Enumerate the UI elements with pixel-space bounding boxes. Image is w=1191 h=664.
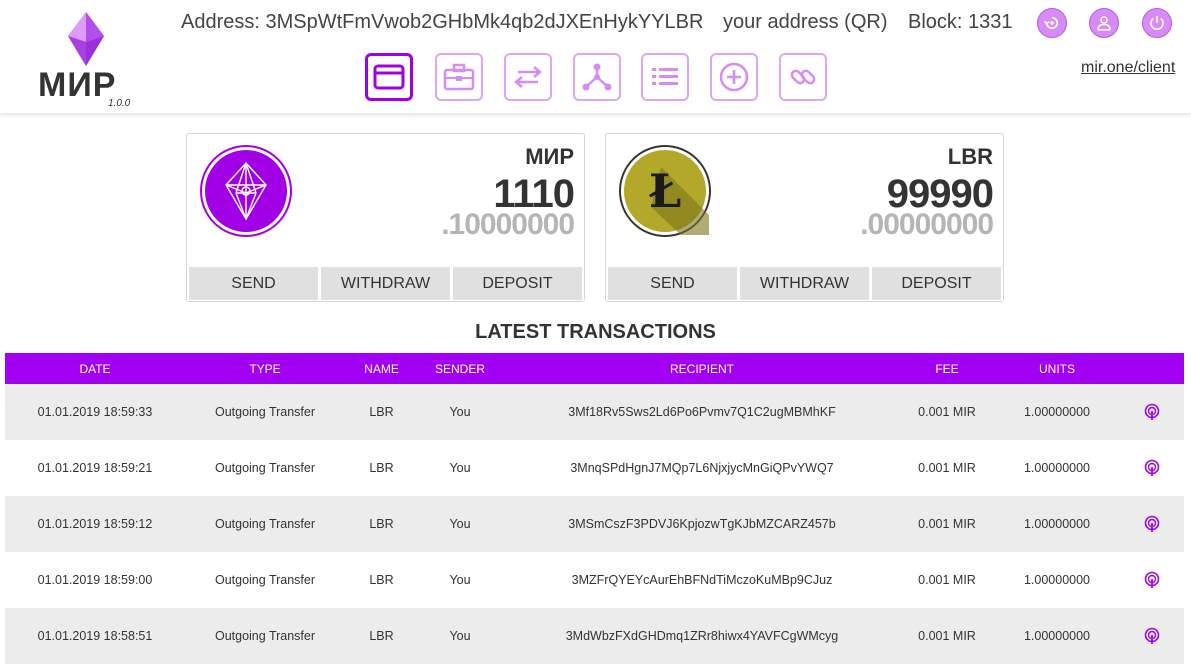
exchange-icon <box>514 66 542 88</box>
recipient-cell: 3MdWbzFXdGHDmq1ZRr8hiwx4YAVFCgWMcyg <box>565 629 839 643</box>
transaction-details-icon[interactable] <box>1122 496 1182 552</box>
logo-text: МИР <box>38 66 117 104</box>
link-icon <box>790 69 816 85</box>
nav-link-button[interactable] <box>779 53 827 101</box>
sender-cell: You <box>449 629 471 643</box>
mir-coin-icon <box>202 147 290 235</box>
recipient-cell: 3Mf18Rv5Sws2Ld6Po6Pvmv7Q1C2ugMBMhKF <box>568 405 836 419</box>
wallet-icon <box>373 64 405 90</box>
units-cell: 1.00000000 <box>1023 629 1091 643</box>
table-row[interactable]: 01.01.2019 18:58:51 Outgoing Transfer LBR Y… <box>5 608 1184 664</box>
sender-cell: You <box>449 405 471 419</box>
briefcase-icon <box>443 63 475 91</box>
name-cell: LBR <box>369 405 394 419</box>
column-header-date: DATE <box>79 361 111 376</box>
transaction-details-icon[interactable] <box>1122 384 1182 440</box>
block-height: Block: 1331 <box>908 11 1013 33</box>
send-button[interactable]: SEND <box>608 267 737 300</box>
power-icon[interactable] <box>1142 8 1172 38</box>
transaction-details-icon[interactable] <box>1122 440 1182 496</box>
column-header-fee: FEE <box>935 361 959 376</box>
type-cell: Outgoing Transfer <box>214 629 316 643</box>
client-link[interactable]: mir.one/client <box>1081 59 1175 77</box>
nav-portfolio-button[interactable] <box>435 53 483 101</box>
name-cell: LBR <box>369 629 394 643</box>
app-version: 1.0.0 <box>108 98 131 109</box>
date-cell: 01.01.2019 18:59:33 <box>37 405 153 419</box>
balance-fraction: .10000000 <box>441 208 575 241</box>
wallet-card-mir: МИР 1110 .10000000 SEND WITHDRAW DEPOSIT <box>186 133 585 302</box>
nav-add-button[interactable] <box>710 53 758 101</box>
transaction-details-icon[interactable] <box>1122 608 1182 664</box>
nav-list-button[interactable] <box>641 53 689 101</box>
name-cell: LBR <box>369 461 394 475</box>
column-header-sender: SENDER <box>434 361 485 376</box>
table-header: DATE TYPE NAME SENDER RECIPIENT FEE UNIT… <box>5 353 1184 384</box>
currency-name: МИР <box>525 144 574 169</box>
units-cell: 1.00000000 <box>1023 573 1091 587</box>
address-qr-link[interactable]: your address (QR) <box>723 11 888 34</box>
wallet-address: Address: 3MSpWtFmVwob2GHbMk4qb2dJXEnHykY… <box>181 11 704 33</box>
sender-cell: You <box>449 517 471 531</box>
deposit-button[interactable]: DEPOSIT <box>872 267 1001 300</box>
latest-transactions-title: LATEST TRANSACTIONS <box>475 321 716 343</box>
units-cell: 1.00000000 <box>1023 461 1091 475</box>
table-row[interactable]: 01.01.2019 18:59:21 Outgoing Transfer LBR Y… <box>5 440 1184 496</box>
date-cell: 01.01.2019 18:58:51 <box>37 629 153 643</box>
table-row[interactable]: 01.01.2019 18:59:33 Outgoing Transfer LBR Y… <box>5 384 1184 440</box>
date-cell: 01.01.2019 18:59:00 <box>37 573 153 587</box>
column-header-units: UNITS <box>1039 361 1075 376</box>
currency-name: LBR <box>947 144 993 169</box>
svg-text:Ł: Ł <box>649 164 682 218</box>
fee-cell: 0.001 MIR <box>918 629 976 643</box>
date-cell: 01.01.2019 18:59:21 <box>37 461 153 475</box>
mir-crystal-icon <box>68 12 104 66</box>
fee-cell: 0.001 MIR <box>918 405 976 419</box>
sender-cell: You <box>449 573 471 587</box>
balance-fraction: .00000000 <box>860 208 994 241</box>
recipient-cell: 3MnqSPdHgnJ7MQp7L6NjxjycMnGiQPvYWQ7 <box>570 461 834 475</box>
user-icon[interactable] <box>1089 8 1119 38</box>
column-header-recipient: RECIPIENT <box>669 361 734 376</box>
column-header-type: TYPE <box>249 361 281 376</box>
mir-logo[interactable]: МИР 1.0.0 <box>36 10 136 110</box>
wallet-card-lbr: Ł LBR 99990 .00000000 SEND WITHDRAW DEPO… <box>605 133 1004 302</box>
refresh-icon[interactable] <box>1037 8 1067 38</box>
lbr-coin-icon: Ł <box>621 147 709 235</box>
fee-cell: 0.001 MIR <box>918 461 976 475</box>
table-row[interactable]: 01.01.2019 18:59:12 Outgoing Transfer LBR Y… <box>5 496 1184 552</box>
column-header-name: NAME <box>364 361 399 376</box>
nav-wallet-button[interactable] <box>365 53 413 101</box>
withdraw-button[interactable]: WITHDRAW <box>740 267 869 300</box>
top-bar: МИР 1.0.0 Address: 3MSpWtFmVwob2GHbMk4qb… <box>0 0 1191 113</box>
units-cell: 1.00000000 <box>1023 517 1091 531</box>
nav-exchange-button[interactable] <box>504 53 552 101</box>
table-row[interactable]: 01.01.2019 18:59:00 Outgoing Transfer LBR Y… <box>5 552 1184 608</box>
type-cell: Outgoing Transfer <box>214 517 316 531</box>
list-icon <box>652 68 678 85</box>
nav-network-button[interactable] <box>573 53 621 101</box>
withdraw-button[interactable]: WITHDRAW <box>321 267 450 300</box>
name-cell: LBR <box>369 573 394 587</box>
recipient-cell: 3MZFrQYEYcAurEhBFNdTiMczoKuMBp9CJuz <box>571 573 833 587</box>
units-cell: 1.00000000 <box>1023 405 1091 419</box>
date-cell: 01.01.2019 18:59:12 <box>37 517 153 531</box>
type-cell: Outgoing Transfer <box>214 405 316 419</box>
type-cell: Outgoing Transfer <box>214 573 316 587</box>
send-button[interactable]: SEND <box>189 267 318 300</box>
plus-circle-icon <box>719 62 749 92</box>
transaction-details-icon[interactable] <box>1122 552 1182 608</box>
deposit-button[interactable]: DEPOSIT <box>453 267 582 300</box>
name-cell: LBR <box>369 517 394 531</box>
type-cell: Outgoing Transfer <box>214 461 316 475</box>
fee-cell: 0.001 MIR <box>918 573 976 587</box>
network-icon <box>582 63 612 91</box>
fee-cell: 0.001 MIR <box>918 517 976 531</box>
sender-cell: You <box>449 461 471 475</box>
transactions-table: DATE TYPE NAME SENDER RECIPIENT FEE UNIT… <box>5 353 1184 664</box>
recipient-cell: 3MSmCszF3PDVJ6KpjozwTgKJbMZCARZ457b <box>568 517 836 531</box>
